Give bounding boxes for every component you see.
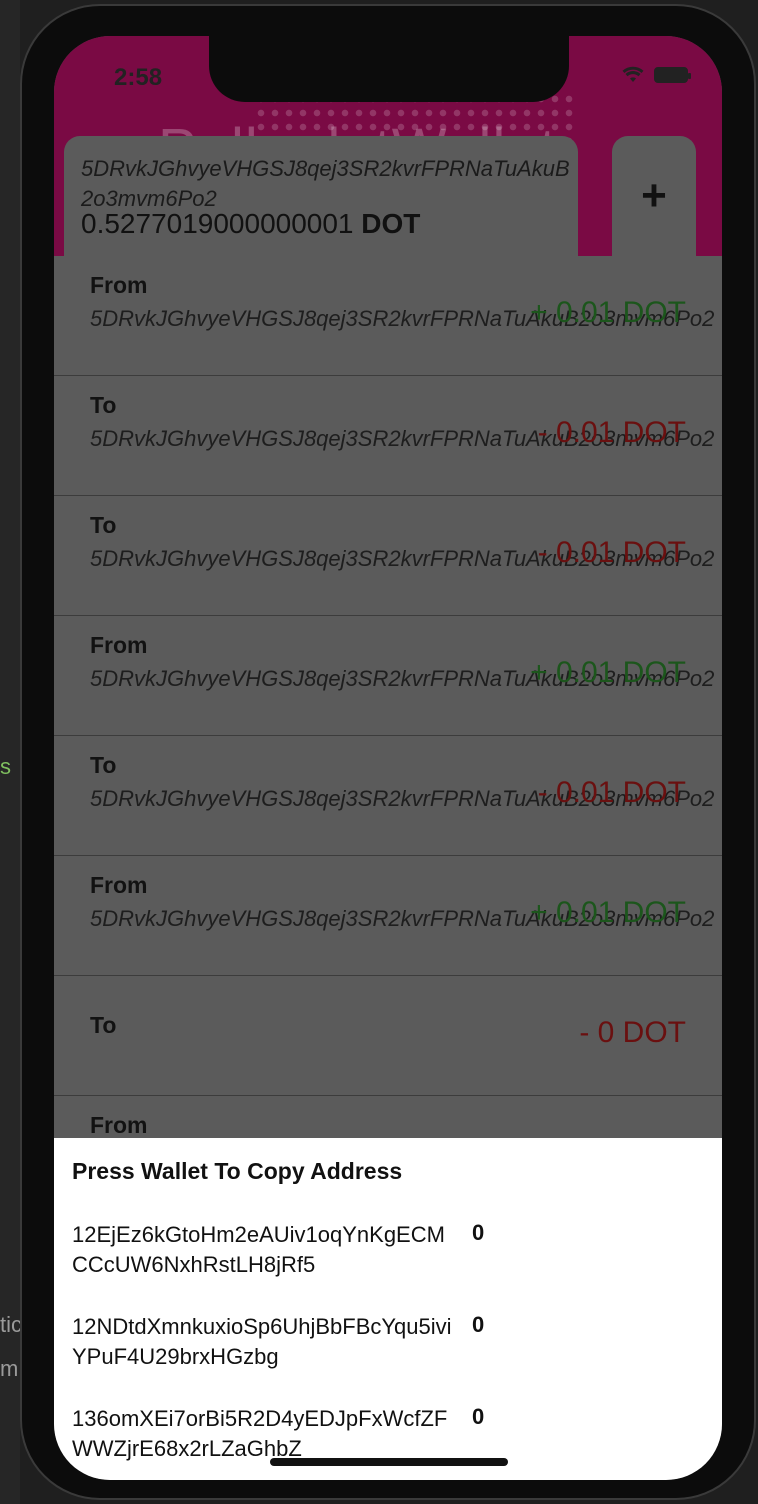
transaction-direction: To xyxy=(90,392,117,418)
transaction-direction: To xyxy=(90,1012,117,1038)
wallet-option-address: 136omXEi7orBi5R2D4yEDJpFxWcfZFWWZjrE68x2… xyxy=(72,1406,448,1461)
wallet-picker-sheet: Press Wallet To Copy Address 12EjEz6kGto… xyxy=(54,1138,722,1480)
status-time: 2:58 xyxy=(114,64,163,91)
background-side-text: s xyxy=(0,754,11,779)
device-notch xyxy=(209,36,569,102)
wallet-option-address: 12NDtdXmnkuxioSp6UhjBbFBcYqu5iviYPuF4U29… xyxy=(72,1314,452,1369)
transaction-row[interactable]: From 5DRvkJGhvyeVHGSJ8qej3SR2kvrFPRNaTuA… xyxy=(54,256,722,376)
wallet-balance-value: 0.5277019000000001 xyxy=(81,208,354,239)
transaction-row[interactable]: To 5DRvkJGhvyeVHGSJ8qej3SR2kvrFPRNaTuAku… xyxy=(54,496,722,616)
transaction-amount: - 0.01 DOT xyxy=(537,776,686,809)
wallet-option[interactable]: 12NDtdXmnkuxioSp6UhjBbFBcYqu5iviYPuF4U29… xyxy=(72,1312,712,1376)
transaction-row[interactable]: To - 0 DOT xyxy=(54,976,722,1096)
transaction-direction: From xyxy=(90,632,148,658)
transaction-amount: - 0.01 DOT xyxy=(537,416,686,449)
transaction-row[interactable]: From 5DRvkJGhvyeVHGSJ8qej3SR2kvrFPRNaTuA… xyxy=(54,856,722,976)
wallet-option-balance: 0 xyxy=(472,1220,485,1245)
wallet-balance: 0.5277019000000001 DOT xyxy=(81,208,420,240)
transaction-address: 5DRvkJGhvyeVHGSJ8qej3SR2kvrFPRNaTuAkuB2o… xyxy=(90,786,715,811)
transaction-amount: - 0.01 DOT xyxy=(537,536,686,569)
transaction-amount: + 0.01 DOT xyxy=(530,656,686,689)
home-indicator[interactable] xyxy=(270,1458,508,1466)
wifi-icon xyxy=(622,66,644,82)
transaction-address: 5DRvkJGhvyeVHGSJ8qej3SR2kvrFPRNaTuAkuB2o… xyxy=(90,426,715,451)
transaction-amount: - 0 DOT xyxy=(579,1016,686,1049)
transaction-direction: To xyxy=(90,752,117,778)
wallet-option-balance: 0 xyxy=(472,1312,485,1337)
transaction-row[interactable]: To 5DRvkJGhvyeVHGSJ8qej3SR2kvrFPRNaTuAku… xyxy=(54,376,722,496)
transaction-row[interactable]: From 5DRvkJGhvyeVHGSJ8qej3SR2kvrFPRNaTuA… xyxy=(54,616,722,736)
transaction-amount: + 0.01 DOT xyxy=(530,896,686,929)
add-wallet-button[interactable]: + xyxy=(612,136,696,256)
battery-icon xyxy=(654,67,691,83)
background-side-text: m xyxy=(0,1356,19,1381)
status-icons xyxy=(622,66,691,84)
transaction-direction: From xyxy=(90,1112,148,1138)
transaction-address: 5DRvkJGhvyeVHGSJ8qej3SR2kvrFPRNaTuAkuB2o… xyxy=(90,306,715,331)
transaction-row[interactable]: To 5DRvkJGhvyeVHGSJ8qej3SR2kvrFPRNaTuAku… xyxy=(54,736,722,856)
transaction-address: 5DRvkJGhvyeVHGSJ8qej3SR2kvrFPRNaTuAkuB2o… xyxy=(90,546,715,571)
background-window-panel xyxy=(0,0,20,1504)
background-side-text: tic xyxy=(0,1312,22,1337)
transaction-address: 5DRvkJGhvyeVHGSJ8qej3SR2kvrFPRNaTuAkuB2o… xyxy=(90,666,715,691)
transaction-amount: + 0.01 DOT xyxy=(530,296,686,329)
wallet-option-balance: 0 xyxy=(472,1404,485,1429)
wallet-option-address: 12EjEz6kGtoHm2eAUiv1oqYnKgECMCCcUW6NxhRs… xyxy=(72,1222,445,1277)
transaction-direction: To xyxy=(90,512,117,538)
transaction-address: 5DRvkJGhvyeVHGSJ8qej3SR2kvrFPRNaTuAkuB2o… xyxy=(90,906,715,931)
wallet-option[interactable]: 12EjEz6kGtoHm2eAUiv1oqYnKgECMCCcUW6NxhRs… xyxy=(72,1220,712,1284)
transaction-direction: From xyxy=(90,872,148,898)
wallet-balance-unit: DOT xyxy=(361,208,421,239)
phone-screen: PolkadotWallet 2:58 5DRvkJGhvyeVHGSJ8qej… xyxy=(54,36,722,1480)
plus-icon: + xyxy=(641,171,667,220)
wallet-address: 5DRvkJGhvyeVHGSJ8qej3SR2kvrFPRNaTuAkuB2o… xyxy=(81,156,570,211)
transaction-list[interactable]: From 5DRvkJGhvyeVHGSJ8qej3SR2kvrFPRNaTuA… xyxy=(54,256,722,1216)
sheet-title: Press Wallet To Copy Address xyxy=(72,1158,403,1184)
transaction-direction: From xyxy=(90,272,148,298)
